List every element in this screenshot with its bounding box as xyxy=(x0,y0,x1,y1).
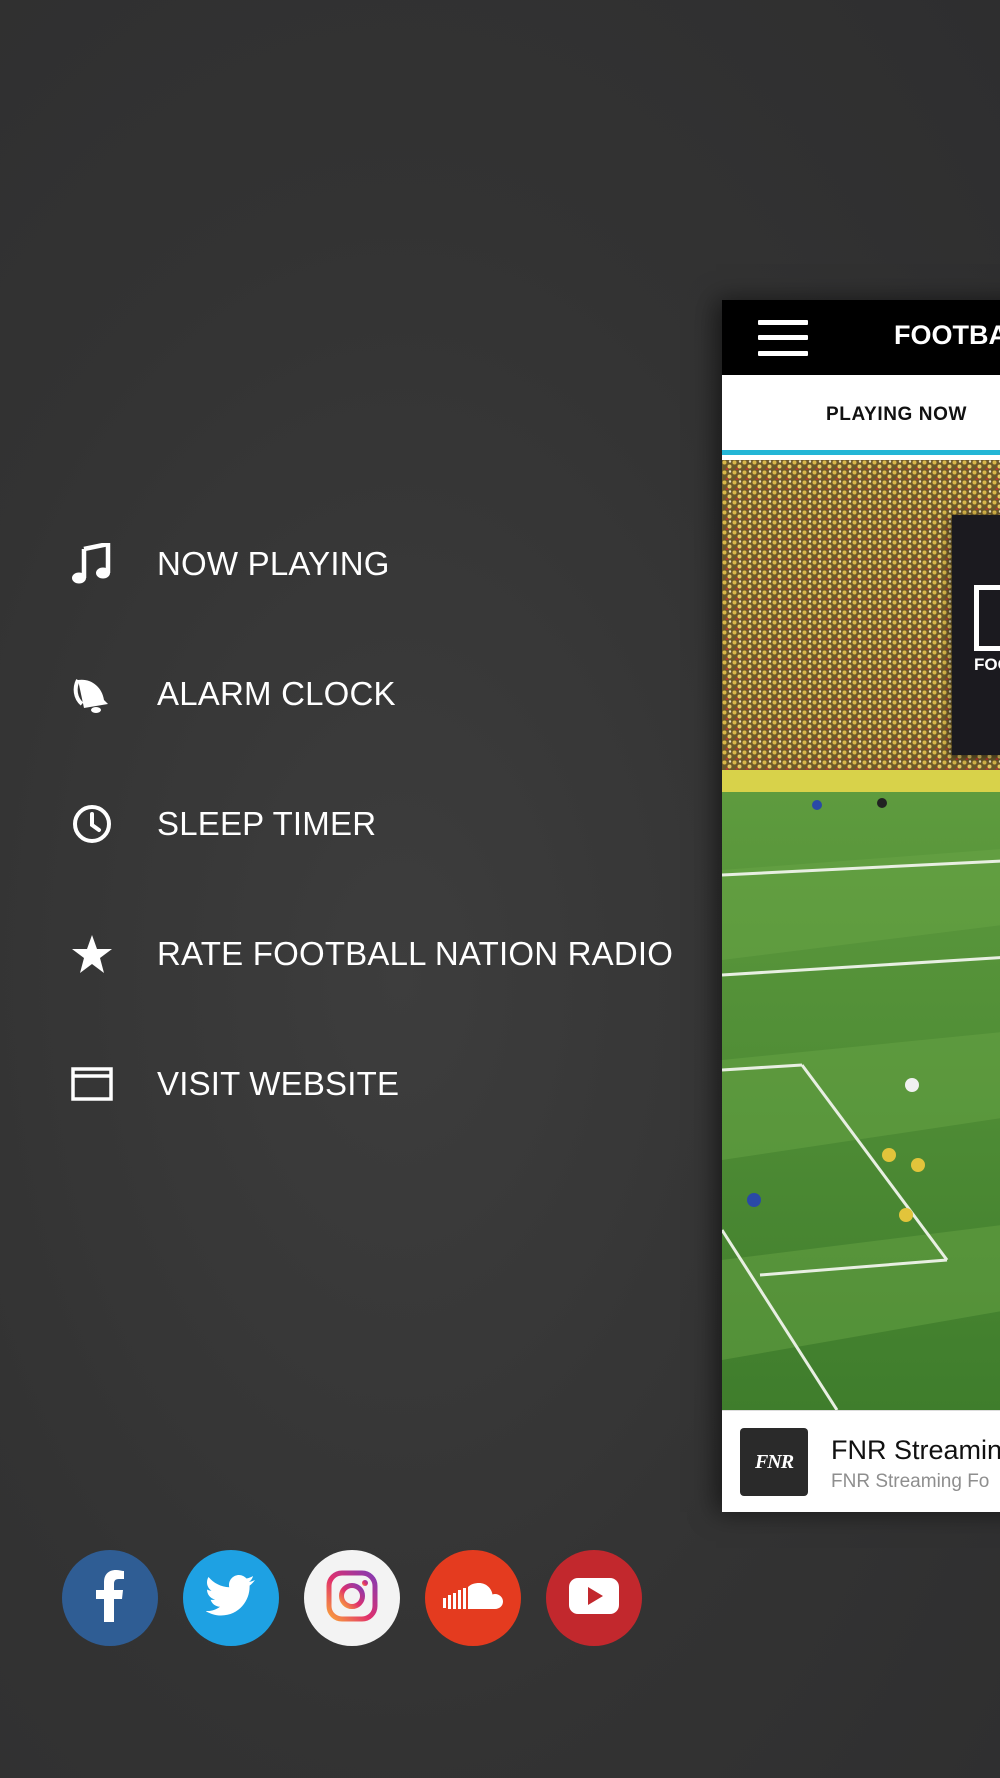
app-title: FOOTBA xyxy=(894,320,1000,350)
station-logo-card: FOO xyxy=(952,515,1000,755)
menu-item-label: ALARM CLOCK xyxy=(157,675,396,712)
station-logo-text: FOO xyxy=(974,655,1000,674)
soundcloud-icon xyxy=(442,1581,504,1616)
twitter-button[interactable] xyxy=(183,1550,279,1646)
social-links xyxy=(62,1550,642,1646)
instagram-icon xyxy=(326,1570,378,1627)
twitter-icon xyxy=(205,1574,256,1622)
menu-item-alarm-clock[interactable]: ALARM CLOCK xyxy=(0,644,700,744)
hamburger-menu-icon[interactable] xyxy=(758,318,810,358)
menu-item-visit-website[interactable]: VISIT WEBSITE xyxy=(0,1034,700,1134)
menu-item-label: RATE FOOTBALL NATION RADIO xyxy=(157,935,674,972)
clock-icon xyxy=(70,802,114,846)
browser-window-icon xyxy=(70,1062,114,1106)
station-logo-icon xyxy=(974,585,1000,651)
tab-bar: PLAYING NOW xyxy=(722,375,1000,455)
menu-item-sleep-timer[interactable]: SLEEP TIMER xyxy=(0,774,700,874)
menu-item-rate-app[interactable]: RATE FOOTBALL NATION RADIO xyxy=(0,904,700,1004)
menu-item-now-playing[interactable]: NOW PLAYING xyxy=(0,514,700,614)
star-icon xyxy=(70,932,114,976)
facebook-icon xyxy=(90,1569,130,1627)
player-subtitle: FNR Streaming Fo xyxy=(831,1471,990,1492)
mini-player[interactable]: FNR FNR Streamin FNR Streaming Fo xyxy=(722,1410,1000,1512)
top-bar: FOOTBA xyxy=(722,300,1000,375)
station-thumbnail-text: FNR xyxy=(754,1450,794,1473)
music-note-icon xyxy=(70,542,114,586)
soundcloud-button[interactable] xyxy=(425,1550,521,1646)
menu-item-label: VISIT WEBSITE xyxy=(157,1065,400,1102)
app-screen: NOW PLAYING ALARM CLOCK SLEEP TIMER RATE… xyxy=(0,0,1000,1778)
side-menu: NOW PLAYING ALARM CLOCK SLEEP TIMER RATE… xyxy=(0,0,720,1778)
youtube-button[interactable] xyxy=(546,1550,642,1646)
station-thumbnail: FNR xyxy=(740,1428,808,1496)
menu-item-label: SLEEP TIMER xyxy=(157,805,377,842)
bell-icon xyxy=(70,672,114,716)
tab-playing-now[interactable]: PLAYING NOW xyxy=(826,404,967,426)
app-main-panel[interactable]: FOOTBA PLAYING NOW FO FNR FNR Streamin F… xyxy=(722,300,1000,1512)
youtube-icon xyxy=(568,1577,620,1620)
menu-item-label: NOW PLAYING xyxy=(157,545,390,582)
instagram-button[interactable] xyxy=(304,1550,400,1646)
stadium-artwork: FOO xyxy=(722,460,1000,1410)
player-title: FNR Streamin xyxy=(831,1435,1000,1465)
facebook-button[interactable] xyxy=(62,1550,158,1646)
